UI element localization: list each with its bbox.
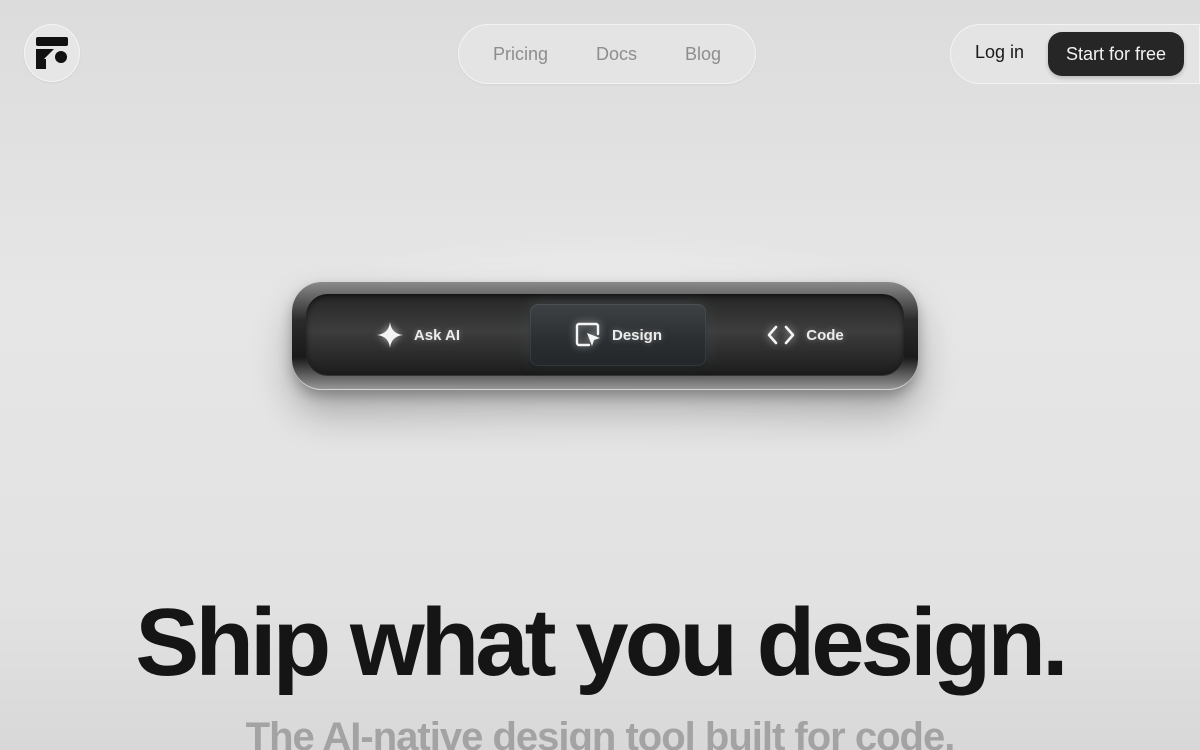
- mode-ask-ai-label: Ask AI: [413, 326, 461, 344]
- mode-switcher: Ask AI Design Code: [292, 282, 918, 390]
- mode-switcher-track: Ask AI Design Code: [306, 294, 904, 376]
- nav-link-pricing[interactable]: Pricing: [493, 44, 548, 65]
- mode-ask-ai[interactable]: Ask AI: [306, 294, 530, 376]
- cursor-frame-icon: [575, 322, 600, 347]
- nav-link-blog[interactable]: Blog: [685, 44, 721, 65]
- logo[interactable]: [24, 24, 80, 82]
- nav-link-docs[interactable]: Docs: [596, 44, 637, 65]
- mode-design[interactable]: Design: [530, 304, 706, 366]
- mode-code-label: Code: [806, 326, 844, 344]
- code-brackets-icon: [767, 325, 795, 345]
- start-for-free-button[interactable]: Start for free: [1048, 32, 1184, 76]
- mode-design-label: Design: [611, 326, 662, 344]
- sparkle-icon: [376, 322, 403, 348]
- hero-subheadline: The AI-native design tool built for code…: [245, 715, 956, 750]
- brand-logo-icon: [36, 37, 68, 69]
- mode-code[interactable]: Code: [706, 294, 904, 376]
- main-nav: Pricing Docs Blog: [458, 24, 756, 84]
- login-link[interactable]: Log in: [975, 42, 1024, 63]
- hero-headline: Ship what you design.: [135, 589, 1068, 696]
